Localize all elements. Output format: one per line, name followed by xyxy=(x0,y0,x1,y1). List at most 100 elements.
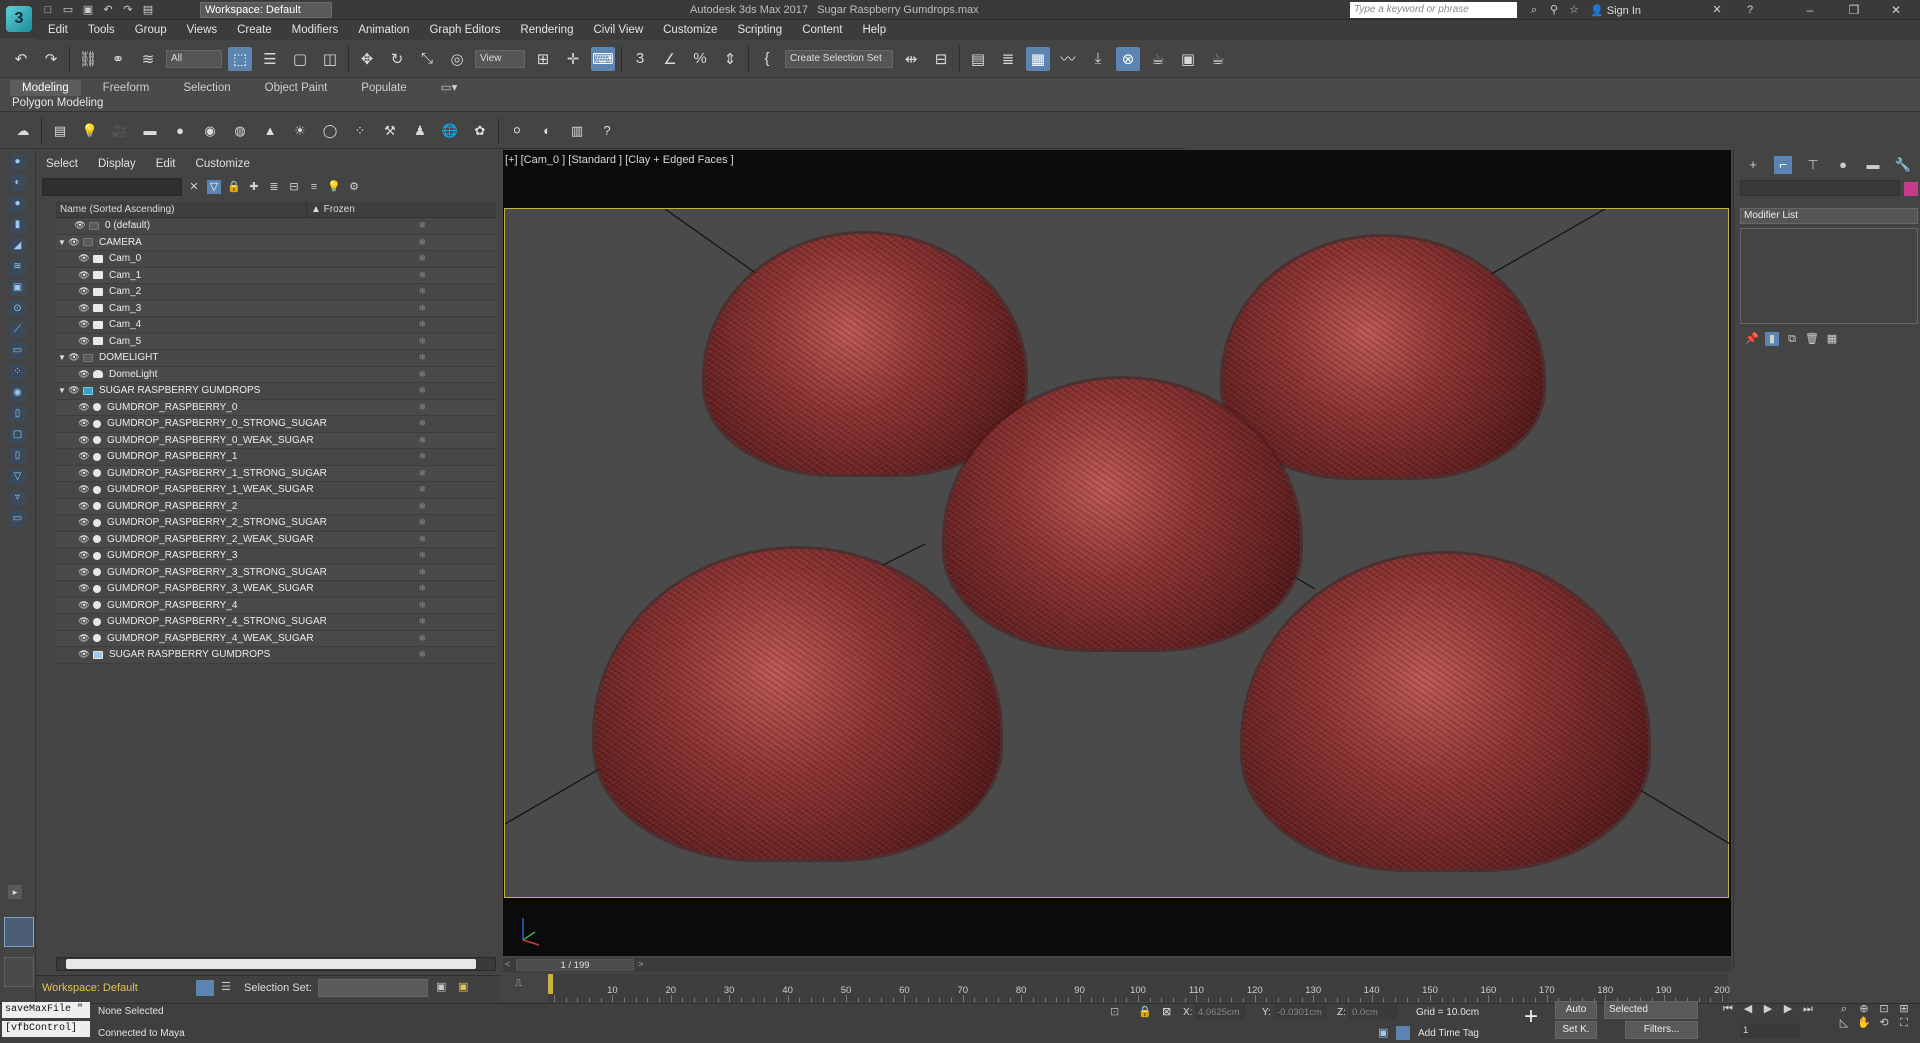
freeze-toggle-icon[interactable]: ❄ xyxy=(418,402,426,413)
freeze-toggle-icon[interactable]: ❄ xyxy=(418,220,426,231)
freeze-toggle-icon[interactable]: ❄ xyxy=(418,451,426,462)
display-dependencies-icon[interactable]: ▯ xyxy=(9,448,26,464)
clear-search-icon[interactable]: ✕ xyxy=(187,180,201,194)
menu-customize[interactable]: Customize xyxy=(653,20,727,40)
key-filters-button[interactable]: Filters... xyxy=(1625,1021,1698,1039)
display-cameras-icon[interactable]: ▮ xyxy=(9,217,26,233)
object-name-field[interactable] xyxy=(1740,180,1900,196)
freeze-toggle-icon[interactable]: ❄ xyxy=(418,253,426,264)
zoom-icon[interactable]: ⌕ xyxy=(1837,1002,1851,1016)
menu-tools[interactable]: Tools xyxy=(78,20,125,40)
viewport-thumbnail-button[interactable] xyxy=(4,917,34,947)
maximize-viewport-icon[interactable]: ⛶ xyxy=(1897,1016,1911,1030)
tree-item-row[interactable]: 👁 DomeLight ❄ xyxy=(56,366,496,383)
tree-item-row[interactable]: 👁 GUMDROP_RASPBERRY_3_STRONG_SUGAR ❄ xyxy=(56,564,496,581)
tree-item-row[interactable]: 👁 Cam_0 ❄ xyxy=(56,251,496,268)
angle-snap-icon[interactable]: ∠ xyxy=(658,47,682,71)
display-containers-icon[interactable]: ▭ xyxy=(9,343,26,359)
explorer-menu-display[interactable]: Display xyxy=(88,154,146,174)
freeze-toggle-icon[interactable]: ❄ xyxy=(418,567,426,578)
open-file-icon[interactable]: ▭ xyxy=(61,3,75,17)
layer-explorer-icon[interactable]: ≣ xyxy=(996,47,1020,71)
tree-group-row[interactable]: ▼ 👁 SUGAR RASPBERRY GUMDROPS ❄ xyxy=(56,383,496,400)
tree-item-row[interactable]: 👁 GUMDROP_RASPBERRY_1 ❄ xyxy=(56,449,496,466)
freeze-toggle-icon[interactable]: ❄ xyxy=(418,649,426,660)
time-tag-icon[interactable]: ▣ xyxy=(1378,1026,1388,1039)
workspace-dropdown[interactable]: Workspace: Default xyxy=(200,2,332,18)
selection-lock-icon[interactable]: 🔒 xyxy=(1138,1005,1152,1018)
tree-item-row[interactable]: 👁 GUMDROP_RASPBERRY_2_STRONG_SUGAR ❄ xyxy=(56,515,496,532)
next-frame-icon[interactable]: ▶ xyxy=(1781,1002,1795,1016)
scrollbar-thumb[interactable] xyxy=(66,959,476,969)
layers-icon[interactable]: ≣ xyxy=(267,180,281,194)
isolate-icon[interactable]: ⊡ xyxy=(1110,1005,1119,1018)
x-coordinate-field[interactable]: 4.0625cm xyxy=(1195,1005,1245,1020)
add-time-tag-icon[interactable] xyxy=(1396,1026,1410,1040)
time-slider-prev-icon[interactable]: < xyxy=(505,959,510,969)
menu-edit[interactable]: Edit xyxy=(38,20,78,40)
display-bones-icon[interactable]: ⟋ xyxy=(9,322,26,338)
sync-icon[interactable]: ⚙ xyxy=(347,180,361,194)
circle-icon[interactable]: ◯ xyxy=(319,120,341,142)
tree-item-row[interactable]: 👁 Cam_3 ❄ xyxy=(56,300,496,317)
menu-views[interactable]: Views xyxy=(177,20,227,40)
render-setup-icon[interactable]: ☕ xyxy=(1146,47,1170,71)
visibility-eye-icon[interactable]: 👁 xyxy=(78,468,90,479)
selected-dropdown[interactable]: Selected xyxy=(1604,1001,1698,1019)
visibility-eye-icon[interactable]: 👁 xyxy=(78,418,90,429)
visibility-eye-icon[interactable]: 👁 xyxy=(78,567,90,578)
tree-item-row[interactable]: 👁 GUMDROP_RASPBERRY_1_STRONG_SUGAR ❄ xyxy=(56,465,496,482)
reference-coordinate-dropdown[interactable]: View xyxy=(475,49,525,68)
filter-options-icon[interactable]: ▿ xyxy=(9,490,26,506)
current-frame-field[interactable]: 1 xyxy=(1740,1023,1800,1038)
tab-object-paint[interactable]: Object Paint xyxy=(253,80,340,96)
freeze-toggle-icon[interactable]: ❄ xyxy=(418,616,426,627)
tree-item-row[interactable]: 👁 Cam_4 ❄ xyxy=(56,317,496,334)
visibility-eye-icon[interactable]: 👁 xyxy=(78,319,90,330)
freeze-toggle-icon[interactable]: ❄ xyxy=(418,484,426,495)
zoom-extents-all-icon[interactable]: ⊞ xyxy=(1897,1002,1911,1016)
menu-group[interactable]: Group xyxy=(125,20,177,40)
toggle-ribbon-icon[interactable]: ▦ xyxy=(1026,46,1050,71)
explorer-menu-customize[interactable]: Customize xyxy=(186,154,260,174)
lock-icon[interactable]: 🔒 xyxy=(227,180,241,194)
tab-populate[interactable]: Populate xyxy=(349,80,418,96)
tree-item-row[interactable]: 👁 Cam_2 ❄ xyxy=(56,284,496,301)
help-circle-icon[interactable]: ? xyxy=(596,120,618,142)
star-icon[interactable]: ☆ xyxy=(1567,3,1581,17)
tab-modeling[interactable]: Modeling xyxy=(10,80,81,96)
keyboard-shortcut-override-icon[interactable]: ⌨ xyxy=(591,46,615,71)
go-to-start-icon[interactable]: ⏮ xyxy=(1721,1002,1735,1016)
hierarchy-tab-icon[interactable]: ⊤ xyxy=(1804,156,1822,174)
explorer-menu-select[interactable]: Select xyxy=(36,154,88,174)
time-slider-track[interactable] xyxy=(503,958,1731,972)
unlink-icon[interactable]: ⚭ xyxy=(106,47,130,71)
tree-group-row[interactable]: ▼ 👁 DOMELIGHT ❄ xyxy=(56,350,496,367)
tree-item-row[interactable]: 👁 GUMDROP_RASPBERRY_3 ❄ xyxy=(56,548,496,565)
render-production-icon[interactable]: ☕ xyxy=(1206,47,1230,71)
display-frozen-icon[interactable]: ◉ xyxy=(9,385,26,401)
placement-icon[interactable]: ◎ xyxy=(445,47,469,71)
rotate-icon[interactable]: ↻ xyxy=(385,47,409,71)
freeze-toggle-icon[interactable]: ❄ xyxy=(418,270,426,281)
freeze-toggle-icon[interactable]: ❄ xyxy=(418,385,426,396)
sphere-icon[interactable]: ● xyxy=(169,120,191,142)
help-icon[interactable]: ? xyxy=(1743,3,1757,17)
add-layer-icon[interactable]: ✚ xyxy=(247,180,261,194)
display-geometry-icon[interactable]: ● xyxy=(9,154,26,170)
orbit-icon[interactable]: ⟲ xyxy=(1877,1016,1891,1030)
viewport-thumbnail-button[interactable] xyxy=(4,957,34,987)
time-slider-thumb[interactable]: 1 / 199 xyxy=(516,959,634,971)
zoom-extents-icon[interactable]: ⊡ xyxy=(1877,1002,1891,1016)
sort-by-layer-icon[interactable] xyxy=(196,980,214,996)
edit-named-selection-icon[interactable]: { xyxy=(755,47,779,71)
exchange-icon[interactable]: ✕ xyxy=(1710,3,1724,17)
display-xrefs-icon[interactable]: ⊙ xyxy=(9,301,26,317)
tree-item-row[interactable]: 👁 Cam_5 ❄ xyxy=(56,333,496,350)
menu-create[interactable]: Create xyxy=(227,20,282,40)
tree-item-row[interactable]: 👁 GUMDROP_RASPBERRY_2 ❄ xyxy=(56,498,496,515)
select-manipulate-icon[interactable]: ✛ xyxy=(561,47,585,71)
material-type-icon[interactable]: ◐ xyxy=(536,120,558,142)
light-bulb-icon[interactable]: 💡 xyxy=(327,180,341,194)
go-to-end-icon[interactable]: ⏭ xyxy=(1801,1002,1815,1016)
